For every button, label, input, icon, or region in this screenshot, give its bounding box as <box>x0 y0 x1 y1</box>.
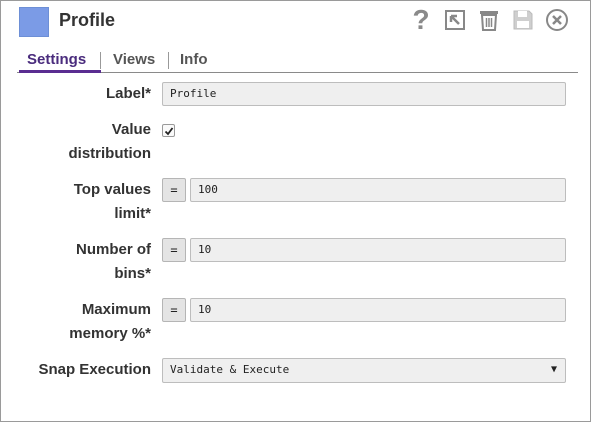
number-of-bins-input[interactable]: 10 <box>190 238 566 262</box>
top-values-limit-input[interactable]: 100 <box>190 178 566 202</box>
chevron-down-icon: ▼ <box>550 364 557 375</box>
number-of-bins-label-line1: Number of <box>76 241 151 258</box>
top-values-limit-label-line1: Top values <box>73 181 151 198</box>
top-values-limit-label-line2: limit* <box>114 205 151 222</box>
value-distribution-label-line2: distribution <box>68 145 152 162</box>
label-field-label: Label* <box>105 85 151 102</box>
help-icon[interactable]: ? <box>408 4 434 35</box>
dialog-title: Profile <box>59 10 116 30</box>
profile-dialog: Profile ? Settings Views Info Label* Pro… <box>0 0 591 422</box>
close-icon[interactable] <box>544 7 570 33</box>
maximum-memory-input[interactable]: 10 <box>190 298 566 322</box>
tab-settings[interactable]: Settings <box>27 51 86 68</box>
export-icon[interactable] <box>442 7 468 33</box>
dialog-header: Profile ? <box>1 1 590 45</box>
value-distribution-checkbox[interactable] <box>162 124 175 137</box>
snap-execution-label: Snap Execution <box>38 361 151 378</box>
checkmark-icon <box>164 126 173 135</box>
help-glyph: ? <box>412 4 430 35</box>
delete-icon[interactable] <box>476 7 502 33</box>
maximum-memory-expression-toggle[interactable]: = <box>162 298 186 322</box>
number-of-bins-label-line2: bins* <box>114 265 151 282</box>
snap-color-swatch <box>19 7 49 37</box>
header-toolbar: ? <box>408 5 570 35</box>
maximum-memory-label-line1: Maximum <box>81 301 151 318</box>
top-values-limit-expression-toggle[interactable]: = <box>162 178 186 202</box>
snap-execution-select[interactable]: Validate & Execute ▼ <box>162 358 566 383</box>
value-distribution-label-line1: Value <box>111 121 151 138</box>
label-input[interactable]: Profile <box>162 82 566 106</box>
active-tab-indicator <box>19 70 101 73</box>
tab-separator <box>168 52 169 69</box>
tab-bar: Settings Views Info <box>17 49 578 73</box>
snap-execution-value: Validate & Execute <box>170 363 290 376</box>
number-of-bins-expression-toggle[interactable]: = <box>162 238 186 262</box>
save-icon[interactable] <box>510 7 536 33</box>
tab-info[interactable]: Info <box>180 51 208 68</box>
tab-views[interactable]: Views <box>113 51 155 68</box>
tab-separator <box>100 52 101 69</box>
maximum-memory-label-line2: memory %* <box>69 325 151 342</box>
